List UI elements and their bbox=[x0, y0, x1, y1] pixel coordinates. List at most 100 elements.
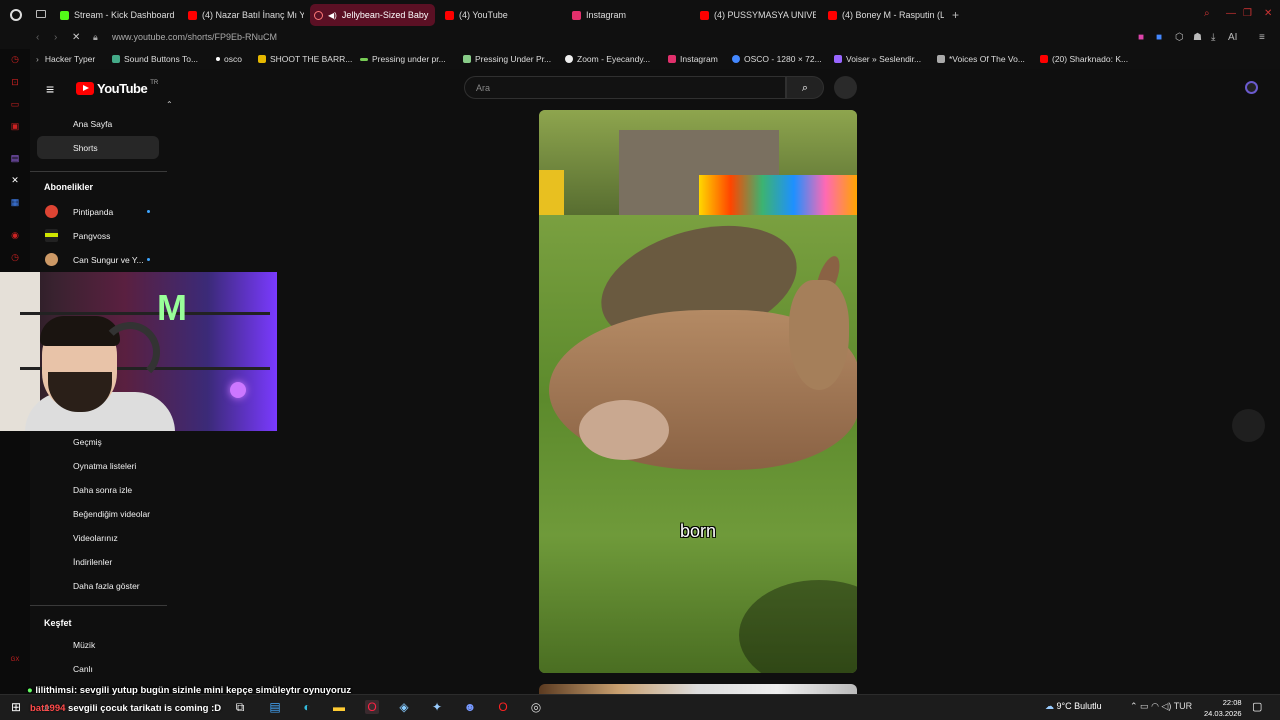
bookmark-voices-of-the-void[interactable]: *Voices Of The Vo... bbox=[937, 54, 1025, 64]
obs-icon[interactable]: ◎ bbox=[529, 700, 543, 714]
sidebar-item-shorts-active[interactable] bbox=[37, 136, 159, 159]
reload-icon[interactable]: ✕ bbox=[72, 32, 80, 43]
monster-logo-icon: M bbox=[157, 287, 187, 328]
bookmark-instagram[interactable]: Instagram bbox=[668, 54, 718, 64]
tab-instagram[interactable]: Instagram bbox=[568, 4, 693, 26]
site-info-icon[interactable]: 🔒︎ bbox=[93, 32, 98, 43]
extension-icon[interactable]: ■ bbox=[1156, 32, 1162, 43]
tab-youtube[interactable]: (4) YouTube bbox=[441, 4, 561, 26]
app-icon[interactable]: ▦ bbox=[10, 197, 20, 207]
forward-icon[interactable]: › bbox=[54, 32, 57, 43]
file-icon[interactable]: ▤ bbox=[268, 700, 282, 714]
extension-icon[interactable]: ■ bbox=[1138, 32, 1144, 43]
youtube-logo[interactable]: YouTube TR bbox=[76, 80, 158, 96]
wallet-icon[interactable]: ☗ bbox=[1193, 32, 1202, 43]
menu-icon[interactable]: ≡ bbox=[1259, 32, 1265, 43]
close-icon[interactable]: ✕ bbox=[1264, 8, 1272, 19]
back-icon[interactable]: ‹ bbox=[36, 32, 39, 43]
ai-icon[interactable]: AI bbox=[1228, 32, 1237, 43]
opera-icon[interactable]: O bbox=[496, 700, 510, 714]
sidebar-item-downloads[interactable]: İndirilenler bbox=[73, 557, 112, 567]
bookmark-osco-1280[interactable]: OSCO - 1280 × 72... bbox=[732, 54, 822, 64]
bookmark-osco[interactable]: osco bbox=[216, 54, 242, 64]
voice-search-button[interactable] bbox=[834, 76, 857, 99]
search-input[interactable]: Ara bbox=[464, 76, 786, 99]
youtube-icon bbox=[445, 10, 454, 20]
bookmark-zoom-eyecandy[interactable]: Zoom - Eyecandy... bbox=[565, 54, 650, 64]
sidebar-item-shorts[interactable]: Shorts bbox=[73, 143, 98, 153]
new-content-dot bbox=[147, 210, 150, 213]
hamburger-menu-icon[interactable]: ≡ bbox=[46, 81, 54, 97]
sidebar-sub-pintipanda[interactable]: Pintipanda bbox=[73, 207, 113, 217]
bookmark-sharknado[interactable]: (20) Sharknado: K... bbox=[1040, 54, 1128, 64]
tab-pussymasya[interactable]: (4) PUSSYMASYA UNIVER bbox=[696, 4, 816, 26]
bookmark-label: Instagram bbox=[680, 54, 718, 64]
chat-icon[interactable]: ▭ bbox=[10, 99, 20, 109]
bookmark-pressing-under-1[interactable]: Pressing under pr... bbox=[360, 54, 446, 64]
opera-gx-icon[interactable]: O bbox=[365, 700, 379, 714]
sidebar-item-your-videos[interactable]: Videolarınız bbox=[73, 533, 118, 543]
sidebar-sub-can-sungur[interactable]: Can Sungur ve Y... bbox=[73, 255, 144, 265]
video-joey bbox=[579, 400, 669, 460]
x-icon[interactable]: ✕ bbox=[10, 175, 20, 185]
bookmark-hacker-typer[interactable]: › Hacker Typer bbox=[36, 54, 95, 64]
task-view-icon[interactable]: ⧉ bbox=[233, 700, 247, 714]
gx-icon[interactable]: GX bbox=[10, 655, 20, 665]
tab-rasputin[interactable]: (4) Boney M - Rasputin (Ly bbox=[824, 4, 944, 26]
steam-icon[interactable]: ◈ bbox=[397, 700, 411, 714]
sidebar-sub-pangvoss[interactable]: Pangvoss bbox=[73, 231, 110, 241]
sidebar-item-live[interactable]: Canlı bbox=[73, 664, 93, 674]
subscriptions-header[interactable]: Abonelikler bbox=[44, 182, 93, 192]
discord-icon[interactable]: ☻ bbox=[463, 700, 477, 714]
weather-widget[interactable]: ☁ 9°C Bulutlu bbox=[1045, 701, 1102, 712]
windows-start-icon[interactable]: ⊞ bbox=[9, 700, 23, 714]
maximize-icon[interactable]: ❐ bbox=[1243, 8, 1252, 19]
bookmark-voiser[interactable]: Voiser » Seslendir... bbox=[834, 54, 921, 64]
browser-logo-icon[interactable] bbox=[10, 9, 22, 21]
sidebar-item-liked-videos[interactable]: Beğendiğim videolar bbox=[73, 509, 150, 519]
tab-overview-icon[interactable] bbox=[36, 10, 46, 18]
sidebar-item-show-more[interactable]: Daha fazla göster bbox=[73, 581, 140, 591]
account-avatar[interactable] bbox=[1245, 81, 1258, 94]
next-short-preview[interactable] bbox=[539, 684, 857, 694]
minimize-icon[interactable]: — bbox=[1226, 8, 1236, 19]
tab-jellybean-active[interactable]: ◀) Jellybean-Sized Baby bbox=[310, 4, 435, 26]
edge-icon[interactable]: ◐ bbox=[300, 700, 314, 714]
sidebar-item-history[interactable]: Geçmiş bbox=[73, 437, 102, 447]
twitch-icon[interactable]: ▤ bbox=[10, 153, 20, 163]
bookmark-pressing-under-2[interactable]: Pressing Under Pr... bbox=[463, 54, 551, 64]
bag-icon[interactable]: ⊡ bbox=[10, 77, 20, 87]
tab-kick-dashboard[interactable]: Stream - Kick Dashboard bbox=[56, 4, 180, 26]
lang-indicator[interactable]: TUR bbox=[1174, 701, 1193, 711]
play-circle-icon[interactable]: ◉ bbox=[10, 230, 20, 240]
bookmark-shoot-the-barrel[interactable]: SHOOT THE BARR... bbox=[258, 54, 352, 64]
bookmark-label: Sound Buttons To... bbox=[124, 54, 199, 64]
notification-icon[interactable]: ▢ bbox=[1252, 700, 1262, 713]
sidebar-item-home[interactable]: Ana Sayfa bbox=[73, 119, 112, 129]
url-field[interactable]: www.youtube.com/shorts/FP9Eb-RNuCM bbox=[112, 32, 277, 42]
app-icon[interactable]: ✦ bbox=[430, 700, 444, 714]
channel-avatar bbox=[45, 205, 58, 218]
system-tray[interactable]: ⌃ ▭ ◠ ◁) TUR bbox=[1130, 701, 1192, 712]
next-short-button[interactable] bbox=[1232, 409, 1265, 442]
new-tab-button[interactable]: + bbox=[952, 8, 959, 22]
folder-icon[interactable]: ▬ bbox=[332, 700, 346, 714]
sidebar-item-watch-later[interactable]: Daha sonra izle bbox=[73, 485, 132, 495]
logo-text: YouTube bbox=[97, 81, 148, 96]
chat-username: bat1994 bbox=[30, 703, 66, 714]
search-tabs-icon[interactable]: ⌕ bbox=[1204, 8, 1210, 19]
bookmark-sound-buttons[interactable]: Sound Buttons To... bbox=[112, 54, 198, 64]
chevron-up-icon: ⌃ bbox=[166, 100, 173, 109]
shorts-video-player[interactable] bbox=[539, 110, 857, 673]
tab-nazar[interactable]: (4) Nazar Batıl İnanç Mı Yo bbox=[184, 4, 304, 26]
sidebar-item-music[interactable]: Müzik bbox=[73, 640, 95, 650]
clock-icon[interactable]: ◷ bbox=[10, 252, 20, 262]
ai-label: AI bbox=[1228, 32, 1238, 43]
clock[interactable]: 22:08 24.03.2026 bbox=[1204, 697, 1242, 719]
extension-icon[interactable]: ⬡ bbox=[1175, 32, 1184, 43]
search-button[interactable]: ⌕ bbox=[786, 76, 824, 99]
mail-icon[interactable]: ▣ bbox=[10, 121, 20, 131]
download-icon[interactable]: ⤓ bbox=[1211, 32, 1215, 43]
sidebar-item-playlists[interactable]: Oynatma listeleri bbox=[73, 461, 136, 471]
history-icon[interactable]: ◷ bbox=[10, 54, 20, 64]
